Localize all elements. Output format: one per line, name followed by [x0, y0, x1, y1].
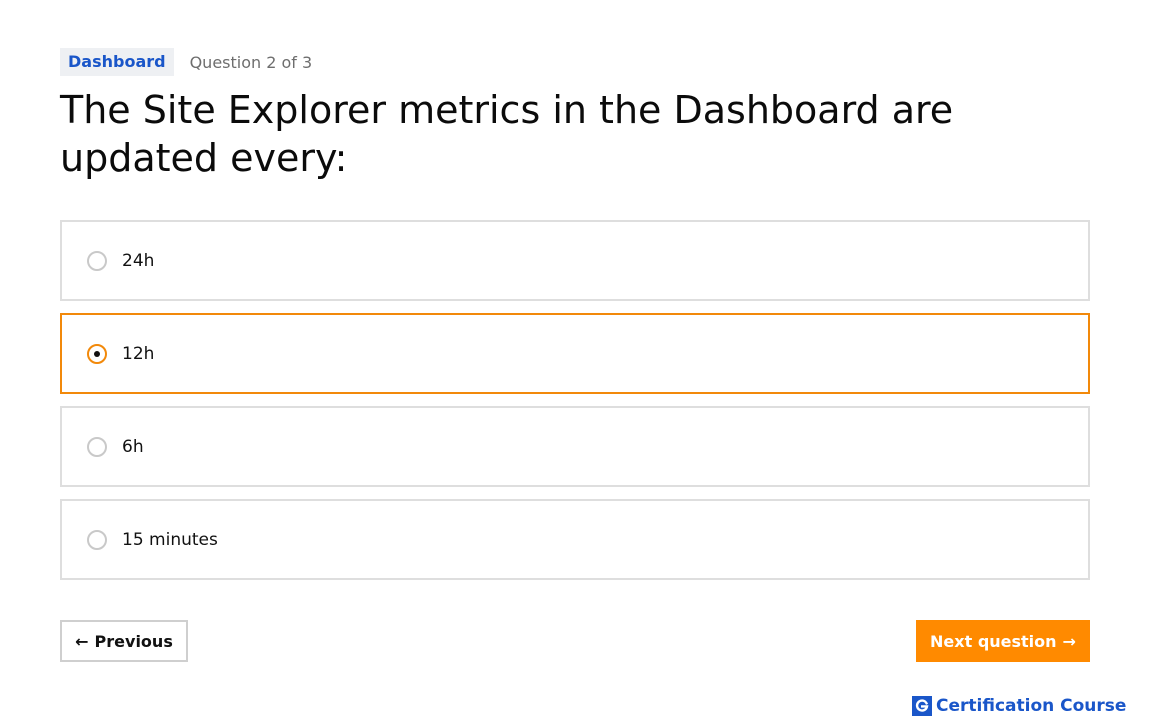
answer-option[interactable]: 6h [60, 406, 1090, 487]
answer-label: 24h [122, 250, 155, 271]
answer-option[interactable]: 12h [60, 313, 1090, 394]
answer-label: 15 minutes [122, 529, 218, 550]
next-question-button[interactable]: Next question → [916, 620, 1090, 662]
brand-name: Certification Course [936, 696, 1127, 716]
answer-options: 24h 12h 6h 15 minutes [60, 220, 1090, 592]
answer-label: 12h [122, 343, 155, 364]
previous-button-label: Previous [94, 631, 173, 651]
arrow-right-icon: → [1062, 631, 1076, 651]
question-title: The Site Explorer metrics in the Dashboa… [60, 88, 954, 180]
next-button-label: Next question [930, 631, 1057, 651]
radio-button-selected[interactable] [87, 343, 107, 364]
radio-button[interactable] [87, 436, 107, 457]
section-tag[interactable]: Dashboard [60, 48, 174, 76]
quiz-page: Dashboard Question 2 of 3 The Site Explo… [0, 0, 1150, 726]
radio-dot-icon [94, 350, 100, 357]
g-logo-glyph [915, 699, 929, 712]
arrow-left-icon: ← [75, 631, 89, 651]
answer-option[interactable]: 24h [60, 220, 1090, 301]
breadcrumb: Dashboard Question 2 of 3 [60, 48, 312, 76]
radio-button[interactable] [87, 250, 107, 271]
radio-button[interactable] [87, 529, 107, 550]
g-logo-icon [912, 696, 932, 716]
previous-button[interactable]: ← Previous [60, 620, 188, 662]
answer-option[interactable]: 15 minutes [60, 499, 1090, 580]
answer-label: 6h [122, 436, 144, 457]
brand-footer: Certification Course [912, 694, 1126, 718]
question-progress: Question 2 of 3 [189, 52, 313, 72]
